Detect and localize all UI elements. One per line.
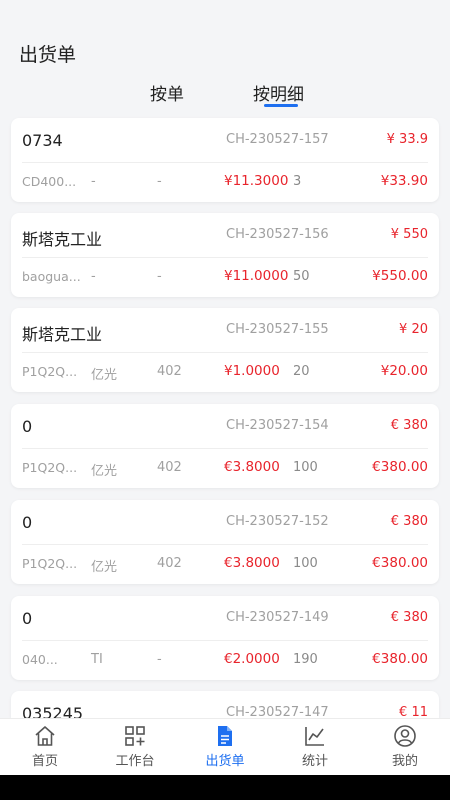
shipment-card[interactable]: 斯塔克工业 CH-230527-155 ¥ 20 P1Q2Q... 亿光 402…	[11, 308, 439, 392]
order-total: € 380	[390, 514, 428, 529]
unit-price: €3.8000	[224, 459, 280, 475]
active-tab-indicator	[264, 104, 298, 107]
unit-price: ¥1.0000	[224, 363, 280, 379]
nav-label: 工作台	[115, 754, 155, 769]
quantity: 190	[293, 652, 318, 667]
home-icon	[35, 726, 55, 746]
quantity: 3	[293, 174, 302, 189]
customer-name: 035245	[22, 704, 84, 718]
customer-name: 0734	[22, 131, 63, 150]
line-amount: €380.00	[372, 555, 428, 571]
line-amount: ¥550.00	[372, 268, 428, 284]
nav-workbench[interactable]: 工作台	[90, 719, 180, 776]
document-icon	[218, 726, 232, 746]
item-brand: 亿光	[91, 368, 118, 383]
item-brand: -	[91, 269, 96, 284]
quantity: 100	[293, 556, 318, 571]
tab-by-order[interactable]: 按单	[150, 80, 184, 105]
order-total: ¥ 33.9	[386, 132, 428, 147]
item-spec: 402	[157, 556, 182, 571]
unit-price: €3.8000	[224, 555, 280, 571]
shipment-card[interactable]: 0 CH-230527-149 € 380 040... TI - €2.000…	[11, 596, 439, 680]
unit-price: ¥11.3000	[224, 173, 289, 189]
item-brand: 亿光	[91, 464, 118, 479]
item-spec: -	[157, 174, 162, 189]
user-icon	[394, 725, 416, 747]
quantity: 50	[293, 269, 310, 284]
unit-price: ¥11.0000	[224, 268, 289, 284]
item-brand: TI	[91, 652, 103, 667]
item-model: CD400...	[22, 174, 77, 189]
bottom-tab-bar: 首页 工作台 出货单 统计 我的	[0, 718, 450, 775]
order-total: ¥ 20	[399, 322, 428, 337]
nav-label: 我的	[391, 754, 418, 769]
nav-statistics[interactable]: 统计	[270, 719, 360, 776]
order-total: € 11	[399, 705, 428, 718]
divider	[22, 448, 428, 449]
customer-name: 0	[22, 609, 33, 628]
customer-name: 0	[22, 513, 33, 532]
item-spec: 402	[157, 460, 182, 475]
shipment-card[interactable]: 斯塔克工业 CH-230527-156 ¥ 550 baogua... - - …	[11, 213, 439, 297]
order-code: CH-230527-152	[226, 514, 329, 529]
divider	[22, 162, 428, 163]
order-code: CH-230527-149	[226, 610, 329, 625]
divider	[22, 640, 428, 641]
order-total: € 380	[390, 610, 428, 625]
nav-shipment[interactable]: 出货单	[180, 719, 270, 776]
customer-name: 0	[22, 417, 33, 436]
customer-name: 斯塔克工业	[22, 230, 103, 249]
nav-home[interactable]: 首页	[0, 719, 90, 776]
unit-price: €2.0000	[224, 651, 280, 667]
order-total: ¥ 550	[390, 227, 428, 242]
order-code: CH-230527-147	[226, 705, 329, 718]
line-amount: ¥20.00	[380, 363, 428, 379]
order-code: CH-230527-154	[226, 418, 329, 433]
order-code: CH-230527-155	[226, 322, 329, 337]
customer-name: 斯塔克工业	[22, 325, 103, 344]
workbench-icon	[125, 726, 145, 746]
item-spec: -	[157, 652, 162, 667]
item-spec: 402	[157, 364, 182, 379]
quantity: 20	[293, 364, 310, 379]
tab-by-detail[interactable]: 按明细	[253, 80, 304, 105]
shipment-card[interactable]: 0734 CH-230527-157 ¥ 33.9 CD400... - - ¥…	[11, 118, 439, 202]
nav-label: 首页	[31, 754, 58, 769]
shipment-card[interactable]: 0 CH-230527-152 € 380 P1Q2Q... 亿光 402 €3…	[11, 500, 439, 584]
quantity: 100	[293, 460, 318, 475]
nav-label: 统计	[301, 754, 328, 769]
nav-mine[interactable]: 我的	[360, 719, 450, 776]
nav-label: 出货单	[205, 754, 245, 769]
divider	[22, 352, 428, 353]
item-model: P1Q2Q...	[22, 364, 78, 379]
shipment-card[interactable]: 035245 CH-230527-147 € 11	[11, 691, 439, 718]
shipment-card[interactable]: 0 CH-230527-154 € 380 P1Q2Q... 亿光 402 €3…	[11, 404, 439, 488]
order-code: CH-230527-157	[226, 132, 329, 147]
item-spec: -	[157, 269, 162, 284]
line-amount: ¥33.90	[380, 173, 428, 189]
system-navigation-bar	[0, 775, 450, 800]
order-total: € 380	[390, 418, 428, 433]
item-brand: -	[91, 174, 96, 189]
page-title: 出货单	[19, 44, 77, 66]
divider	[22, 257, 428, 258]
line-amount: €380.00	[372, 651, 428, 667]
item-brand: 亿光	[91, 560, 118, 575]
chart-icon	[305, 727, 324, 746]
header: 出货单 按单 按明细	[0, 0, 450, 113]
item-model: P1Q2Q...	[22, 460, 78, 475]
line-amount: €380.00	[372, 459, 428, 475]
item-model: 040...	[22, 652, 58, 667]
item-model: baogua...	[22, 269, 81, 284]
order-code: CH-230527-156	[226, 227, 329, 242]
item-model: P1Q2Q...	[22, 556, 78, 571]
divider	[22, 544, 428, 545]
